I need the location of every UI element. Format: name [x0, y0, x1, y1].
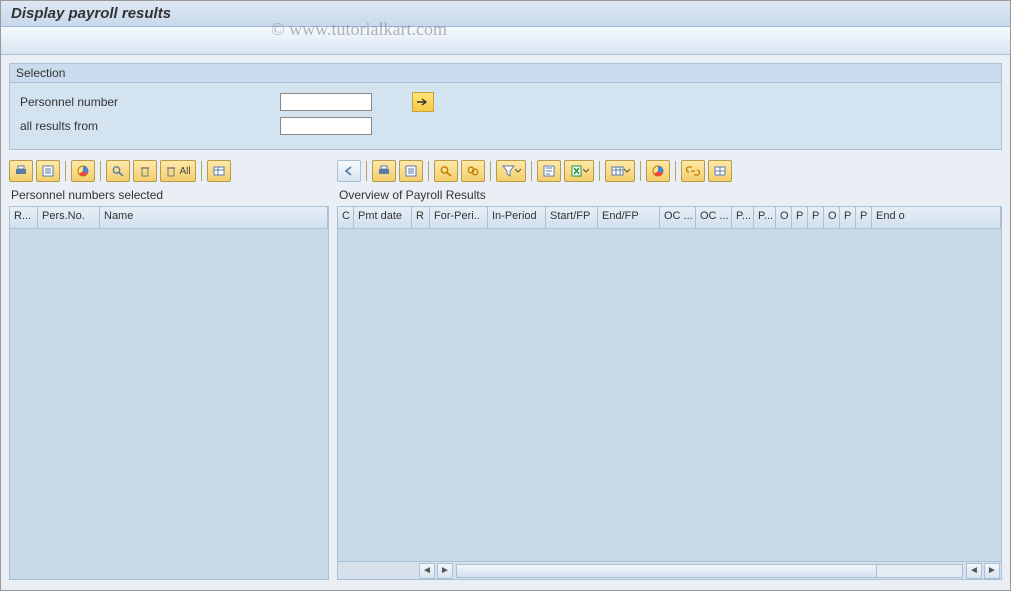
excel-button[interactable] — [564, 160, 594, 182]
left-panel-title: Personnel numbers selected — [9, 186, 329, 206]
left-panel: All Personnel numbers selected R... Pers… — [9, 160, 329, 580]
chart-button-r[interactable] — [646, 160, 670, 182]
col-p2[interactable]: P... — [754, 207, 776, 228]
left-col-name[interactable]: Name — [100, 207, 328, 228]
h-scrollbar[interactable]: ◄ ► ◄ ► — [338, 561, 1001, 579]
page-title: Display payroll results — [1, 1, 1010, 27]
col-p4[interactable]: P — [808, 207, 824, 228]
col-r[interactable]: R — [412, 207, 430, 228]
selection-group: Selection Personnel number all results f… — [9, 63, 1002, 150]
print-button-r[interactable] — [372, 160, 396, 182]
col-o2[interactable]: O — [824, 207, 840, 228]
col-o1[interactable]: O — [776, 207, 792, 228]
col-pmtdate[interactable]: Pmt date — [354, 207, 412, 228]
selection-group-title: Selection — [10, 64, 1001, 83]
col-oc1[interactable]: OC ... — [660, 207, 696, 228]
left-col-persno[interactable]: Pers.No. — [38, 207, 100, 228]
findnext-button[interactable] — [461, 160, 485, 182]
col-c[interactable]: C — [338, 207, 354, 228]
delete-button[interactable] — [133, 160, 157, 182]
scroll-right-end-button[interactable]: ► — [984, 563, 1000, 579]
back-button[interactable] — [337, 160, 361, 182]
personnel-number-input[interactable] — [280, 93, 372, 111]
app-toolbar — [1, 27, 1010, 55]
find-button-r[interactable] — [434, 160, 458, 182]
splitter-handle[interactable] — [328, 367, 329, 415]
right-panel-title: Overview of Payroll Results — [337, 186, 1002, 206]
right-toolbar — [337, 160, 1002, 182]
left-grid: R... Pers.No. Name — [9, 206, 329, 580]
scroll-left-end-button[interactable]: ◄ — [966, 563, 982, 579]
right-grid: C Pmt date R For-Peri.. In-Period Start/… — [337, 206, 1002, 580]
scroll-thumb[interactable] — [457, 565, 877, 577]
sum-button[interactable] — [537, 160, 561, 182]
col-p5[interactable]: P — [840, 207, 856, 228]
left-toolbar: All — [9, 160, 329, 182]
col-oc2[interactable]: OC ... — [696, 207, 732, 228]
find-button[interactable] — [106, 160, 130, 182]
right-grid-body — [338, 229, 1001, 561]
col-forperi[interactable]: For-Peri.. — [430, 207, 488, 228]
left-grid-body — [10, 229, 328, 579]
all-results-from-input[interactable] — [280, 117, 372, 135]
scroll-right-button[interactable]: ► — [437, 563, 453, 579]
grid-button[interactable] — [708, 160, 732, 182]
right-panel: Overview of Payroll Results C Pmt date R… — [337, 160, 1002, 580]
col-inperiod[interactable]: In-Period — [488, 207, 546, 228]
left-col-r[interactable]: R... — [10, 207, 38, 228]
all-results-from-label: all results from — [20, 119, 280, 133]
delete-all-button[interactable]: All — [160, 160, 196, 182]
col-p1[interactable]: P... — [732, 207, 754, 228]
personnel-number-label: Personnel number — [20, 95, 280, 109]
layout-button-r[interactable] — [605, 160, 635, 182]
print-button[interactable] — [9, 160, 33, 182]
multi-select-button[interactable] — [412, 92, 434, 112]
layout-button[interactable] — [207, 160, 231, 182]
scroll-left-button[interactable]: ◄ — [419, 563, 435, 579]
col-endfp[interactable]: End/FP — [598, 207, 660, 228]
col-p3[interactable]: P — [792, 207, 808, 228]
col-p6[interactable]: P — [856, 207, 872, 228]
scroll-track[interactable] — [456, 564, 963, 578]
chart-button[interactable] — [71, 160, 95, 182]
col-startfp[interactable]: Start/FP — [546, 207, 598, 228]
export-button[interactable] — [36, 160, 60, 182]
link-button[interactable] — [681, 160, 705, 182]
export-button-r[interactable] — [399, 160, 423, 182]
filter-button[interactable] — [496, 160, 526, 182]
col-endo[interactable]: End o — [872, 207, 1001, 228]
